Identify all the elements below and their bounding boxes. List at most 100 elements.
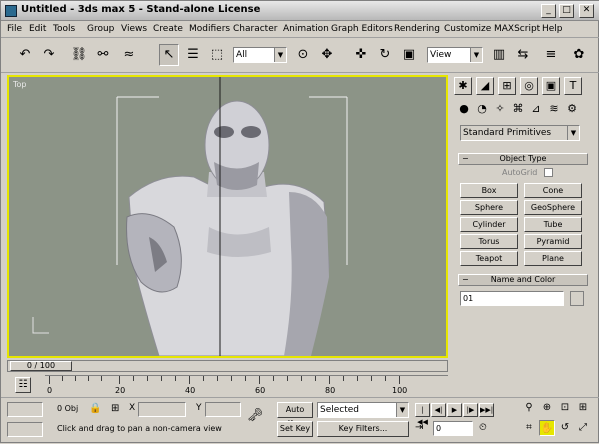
bind-space-warp-icon[interactable]: ≈ [119,44,139,66]
menu-customize[interactable]: Customize [444,24,491,34]
lights-icon[interactable]: ✧ [492,101,508,117]
menu-modifiers[interactable]: Modifiers [189,24,230,34]
go-to-end-icon[interactable]: ▶▶| [479,403,494,417]
selection-set-dropdown[interactable]: Selected ▼ [317,402,409,418]
box-button[interactable]: Box [460,183,518,198]
reference-coordinate-value: View [430,50,452,60]
zoom-extents-all-icon[interactable]: ⊞ [575,400,591,416]
maxscript-listener-output[interactable] [7,422,43,437]
maxscript-listener-mini[interactable] [7,402,43,417]
primitive-category-dropdown[interactable]: Standard Primitives ▼ [460,125,580,141]
material-editor-icon[interactable]: ✿ [569,44,589,66]
select-and-scale-icon[interactable]: ▣ [399,44,419,66]
redo-icon[interactable]: ↷ [39,44,59,66]
arc-rotate-icon[interactable]: ↺ [557,420,573,436]
zoom-all-icon[interactable]: ⊕ [539,400,555,416]
select-and-rotate-icon[interactable]: ✜ [351,44,371,66]
key-mode-toggle-icon[interactable]: ⇥ [415,422,423,433]
tube-button[interactable]: Tube [524,217,582,232]
menu-maxscript[interactable]: MAXScript [494,24,540,34]
menu-file[interactable]: File [7,24,22,34]
select-and-link-icon[interactable]: ⛓ [69,44,89,66]
selection-filter-dropdown[interactable]: All ▼ [233,47,287,63]
space-warps-icon[interactable]: ≋ [546,101,562,117]
open-mini-curve-editor-icon[interactable]: ☷ [15,377,31,393]
menu-character[interactable]: Character [233,24,277,34]
menu-graph-editors[interactable]: Graph Editors [331,24,393,34]
menu-help[interactable]: Help [542,24,563,34]
unlink-icon[interactable]: ⚯ [93,44,113,66]
time-slider-thumb[interactable]: 0 / 100 [10,361,72,371]
zoom-icon[interactable]: ⚲ [521,400,537,416]
current-frame-field[interactable]: 0 [433,421,473,436]
plane-button[interactable]: Plane [524,251,582,266]
key-filters-button[interactable]: Key Filters... [317,421,409,437]
tick [88,376,89,381]
maximize-button[interactable]: □ [559,4,574,18]
key-icon[interactable]: 🗝 [247,408,264,423]
set-key-button[interactable]: Set Key [277,421,313,437]
modify-tab-icon[interactable]: ◢ [476,77,494,95]
motion-tab-icon[interactable]: ◎ [520,77,538,95]
undo-icon[interactable]: ↶ [15,44,35,66]
helpers-icon[interactable]: ⊿ [528,101,544,117]
play-icon[interactable]: ▶ [447,403,462,417]
app-icon[interactable] [5,5,17,17]
cameras-icon[interactable]: ⌘ [510,101,526,117]
region-zoom-icon[interactable]: ⌗ [521,420,537,436]
align-icon[interactable]: ≡ [541,44,561,66]
geometry-icon[interactable]: ● [456,101,472,117]
close-button[interactable]: ✕ [579,4,594,18]
menu-animation[interactable]: Animation [283,24,329,34]
object-color-swatch[interactable] [570,291,584,306]
absolute-mode-icon[interactable]: ⊞ [111,403,119,414]
time-slider[interactable]: 0 / 100 [7,360,448,372]
select-and-manipulate-icon[interactable]: ⊙ [293,44,313,66]
time-configuration-icon[interactable]: ⏲ [479,422,487,433]
cone-button[interactable]: Cone [524,183,582,198]
selection-region-icon[interactable]: ⬚ [207,44,227,66]
hierarchy-tab-icon[interactable]: ⊞ [498,77,516,95]
menu-create[interactable]: Create [153,24,183,34]
menu-tools[interactable]: Tools [53,24,75,34]
name-and-color-rollout[interactable]: − Name and Color [458,274,588,286]
select-by-name-icon[interactable]: ☰ [183,44,203,66]
torus-button[interactable]: Torus [460,234,518,249]
cylinder-button[interactable]: Cylinder [460,217,518,232]
shapes-icon[interactable]: ◔ [474,101,490,117]
lock-icon[interactable]: 🔒 [89,403,101,414]
y-coordinate-field[interactable] [205,402,241,417]
object-type-rollout[interactable]: − Object Type [458,153,588,165]
systems-icon[interactable]: ⚙ [564,101,580,117]
x-coordinate-field[interactable] [138,402,186,417]
menu-views[interactable]: Views [121,24,147,34]
select-object-icon[interactable]: ↖ [159,44,179,66]
mirror-icon[interactable]: ⇆ [513,44,533,66]
pyramid-button[interactable]: Pyramid [524,234,582,249]
track-bar[interactable]: 0 20 40 60 80 100 [45,375,448,395]
display-tab-icon[interactable]: ▣ [542,77,560,95]
autogrid-checkbox[interactable] [544,168,553,177]
select-and-move-icon[interactable]: ✥ [317,44,337,66]
menu-edit[interactable]: Edit [29,24,46,34]
menu-group[interactable]: Group [87,24,114,34]
previous-frame-icon[interactable]: ◀| [431,403,446,417]
menu-rendering[interactable]: Rendering [394,24,440,34]
pivot-center-icon[interactable]: ▥ [489,44,509,66]
auto-key-button[interactable]: Auto Key [277,402,313,428]
create-tab-icon[interactable]: ✱ [454,77,472,95]
go-to-start-icon[interactable]: |◀◀ [415,403,430,426]
minimize-button[interactable]: _ [541,4,556,18]
rotate-icon[interactable]: ↻ [375,44,395,66]
object-name-input[interactable]: 01 [460,291,564,306]
reference-coordinate-dropdown[interactable]: View ▼ [427,47,483,63]
sphere-button[interactable]: Sphere [460,200,518,215]
zoom-extents-icon[interactable]: ⊡ [557,400,573,416]
utilities-tab-icon[interactable]: T [564,77,582,95]
pan-icon[interactable]: ✋ [539,420,555,436]
next-frame-icon[interactable]: |▶ [463,403,478,417]
viewport-top[interactable]: Top [7,75,448,358]
geosphere-button[interactable]: GeoSphere [524,200,582,215]
teapot-button[interactable]: Teapot [460,251,518,266]
maximize-viewport-icon[interactable]: ⤢ [575,420,591,436]
